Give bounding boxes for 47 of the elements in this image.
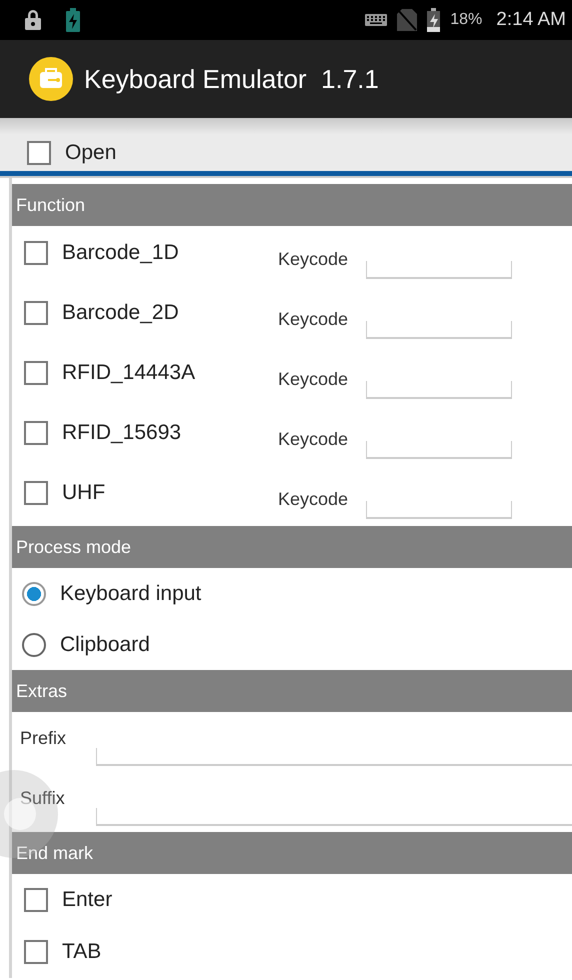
text-field[interactable] xyxy=(96,808,572,826)
text-field[interactable] xyxy=(96,748,572,766)
app-title: Keyboard Emulator 1.7.1 xyxy=(84,64,379,94)
field-label: Prefix xyxy=(20,728,68,748)
checkbox-label[interactable]: RFID_14443A xyxy=(62,361,196,385)
keyboard-icon xyxy=(365,14,388,26)
checkbox[interactable] xyxy=(24,888,48,912)
radio-label[interactable]: Clipboard xyxy=(60,632,150,656)
radio-button[interactable] xyxy=(22,582,46,606)
radio-button[interactable] xyxy=(22,632,46,656)
checkbox-label[interactable]: Enter xyxy=(62,888,112,912)
section-header: End mark xyxy=(12,832,572,874)
checkbox-label[interactable]: Open xyxy=(65,141,116,165)
radio-label[interactable]: Keyboard input xyxy=(60,582,202,606)
keycode-field[interactable] xyxy=(366,381,512,399)
checkbox[interactable] xyxy=(27,141,51,165)
keycode-field[interactable] xyxy=(366,441,512,459)
clock-time: 2:14 AM xyxy=(496,9,566,31)
checkbox[interactable] xyxy=(24,361,48,385)
section-header: Function xyxy=(12,184,572,226)
field-label: Suffix xyxy=(20,788,66,808)
keycode-field[interactable] xyxy=(366,261,512,279)
checkbox-label[interactable]: TAB xyxy=(62,940,102,964)
battery-charging-icon xyxy=(427,8,440,32)
keycode-label: Keycode xyxy=(278,308,350,330)
keycode-label: Keycode xyxy=(278,428,350,450)
checkbox-label[interactable]: RFID_15693 xyxy=(62,421,182,445)
battery-percent: 18% xyxy=(450,11,482,29)
section-header: Extras xyxy=(12,670,572,712)
checkbox[interactable] xyxy=(24,481,48,505)
keycode-label: Keycode xyxy=(278,488,350,510)
keycode-label: Keycode xyxy=(278,248,350,270)
keycode-label: Keycode xyxy=(278,368,350,390)
keycode-field[interactable] xyxy=(366,321,512,339)
lock-icon xyxy=(24,9,42,31)
battery-charging-icon xyxy=(66,8,80,32)
checkbox-label[interactable]: Barcode_1D xyxy=(62,241,179,265)
checkbox[interactable] xyxy=(24,940,48,964)
no-sim-icon xyxy=(397,9,418,31)
toolbox-icon xyxy=(29,57,73,101)
checkbox[interactable] xyxy=(24,301,48,325)
section-header: Process mode xyxy=(12,526,572,568)
keycode-field[interactable] xyxy=(366,501,512,519)
checkbox-label[interactable]: UHF xyxy=(62,481,106,505)
checkbox[interactable] xyxy=(24,421,48,445)
checkbox[interactable] xyxy=(24,241,48,265)
checkbox-label[interactable]: Barcode_2D xyxy=(62,301,179,325)
